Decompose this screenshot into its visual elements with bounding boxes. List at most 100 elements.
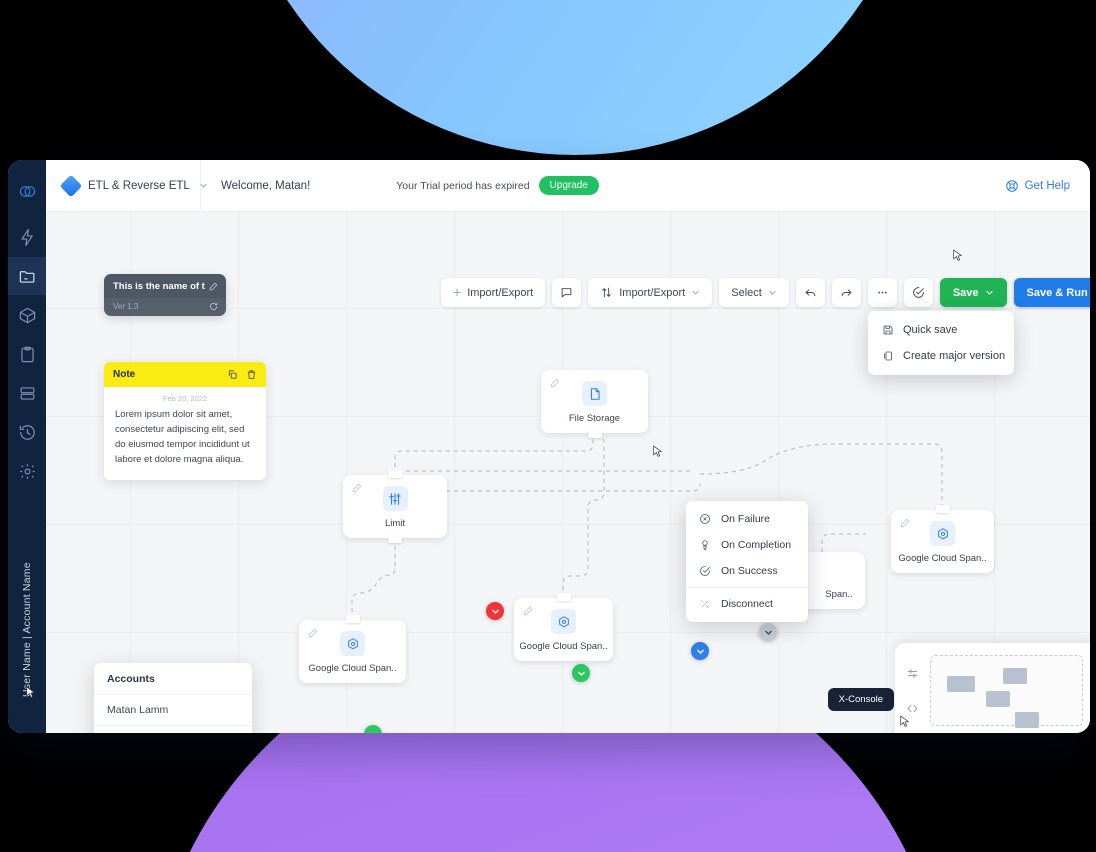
ellipsis-icon <box>878 291 887 294</box>
minimap-viewport[interactable] <box>930 655 1083 728</box>
chevron-down-icon <box>985 290 993 295</box>
restore-version-icon[interactable] <box>209 302 218 311</box>
comment-button[interactable] <box>552 278 582 307</box>
brand-selector[interactable]: ETL & Reverse ETL <box>46 160 207 212</box>
node-port-bottom[interactable] <box>587 430 602 438</box>
node-port-top[interactable] <box>388 470 402 478</box>
edge-badge-success-2[interactable] <box>364 725 382 733</box>
duplicate-icon[interactable] <box>227 369 238 380</box>
spanner-icon <box>930 521 955 546</box>
folder-icon[interactable] <box>8 257 46 295</box>
align-icon[interactable] <box>906 667 919 680</box>
edit-pencil-icon[interactable] <box>900 518 910 528</box>
note-date: Feb 20, 2022 <box>162 394 208 403</box>
logo-icon[interactable] <box>8 172 46 210</box>
node-port-bottom[interactable] <box>388 535 402 543</box>
edge-badge-neutral[interactable] <box>759 623 777 641</box>
edit-pencil-icon[interactable] <box>308 628 318 638</box>
minimap-node <box>1003 668 1027 684</box>
more-options-button[interactable] <box>867 278 897 307</box>
account-user-row[interactable]: Matan Lamm <box>94 694 252 725</box>
board-version: Ver 1.3 <box>113 302 139 311</box>
version-icon <box>884 351 892 361</box>
connector-context-menu: On Failure On Completion On Success Disc… <box>686 501 808 622</box>
menu-item-on-completion[interactable]: On Completion <box>686 532 808 558</box>
accounts-title: Accounts <box>107 673 155 685</box>
app-window: User Name | Account Name ML HELP ETL & R… <box>8 160 1090 733</box>
node-google-cloud-spanner-3[interactable]: Google Cloud Span.. <box>891 505 994 573</box>
comment-icon <box>561 288 572 298</box>
flash-icon[interactable] <box>8 218 46 256</box>
menu-item-disconnect[interactable]: Disconnect <box>686 591 808 617</box>
node-label: Span.. <box>825 589 853 600</box>
note-card[interactable]: Note Feb 20, 2022 Lorem ipsum dolor sit … <box>104 362 266 480</box>
spanner-icon <box>340 631 365 656</box>
code-brackets-icon[interactable] <box>906 702 919 715</box>
delete-icon[interactable] <box>246 369 257 380</box>
edge-badge-failure[interactable] <box>486 602 504 620</box>
chevron-down-icon <box>491 609 499 614</box>
edit-pencil-icon[interactable] <box>352 483 362 493</box>
accounts-popover: Accounts Matan Lamm Sign out <box>94 663 252 733</box>
node-google-cloud-spanner-1[interactable]: Google Cloud Span.. <box>299 615 406 683</box>
edit-pencil-icon[interactable] <box>523 606 533 616</box>
board-name-card[interactable]: This is the name of the board Ver 1.3 <box>104 274 226 316</box>
edge-badge-success-1[interactable] <box>572 664 590 682</box>
node-limit[interactable]: Limit <box>343 470 447 543</box>
get-help-button[interactable]: Get Help <box>1005 179 1070 193</box>
node-label: Google Cloud Span.. <box>898 553 987 564</box>
file-icon <box>582 381 607 406</box>
menu-divider <box>686 587 808 588</box>
canvas-toolbar: + Import/Export Import/Export Select Sav… <box>441 278 1090 307</box>
minimap-panel[interactable] <box>895 643 1090 733</box>
menu-item-quick-save[interactable]: Quick save <box>868 317 1014 343</box>
clipboard-icon[interactable] <box>8 335 46 373</box>
chevron-down-icon <box>769 290 776 295</box>
top-bar: ETL & Reverse ETL Welcome, Matan! Your T… <box>46 160 1090 212</box>
edit-pencil-icon[interactable] <box>550 378 560 388</box>
check-circle-icon <box>913 287 924 298</box>
get-help-label: Get Help <box>1024 179 1070 192</box>
menu-item-create-major-version[interactable]: Create major version <box>868 343 1014 369</box>
node-google-cloud-spanner-2[interactable]: Google Cloud Span.. <box>514 593 613 661</box>
flow-canvas[interactable]: This is the name of the board Ver 1.3 No… <box>46 212 1090 733</box>
save-disk-icon <box>883 325 893 335</box>
add-import-export-label: Import/Export <box>467 286 534 299</box>
menu-item-on-success[interactable]: On Success <box>686 558 808 584</box>
sliders-icon <box>382 486 408 511</box>
node-port-top[interactable] <box>556 593 571 601</box>
on-success-label: On Success <box>721 565 778 577</box>
undo-button[interactable] <box>795 278 825 307</box>
import-export-dropdown-button[interactable]: Import/Export <box>588 278 713 307</box>
sign-out-row[interactable]: Sign out <box>94 725 252 733</box>
redo-button[interactable] <box>831 278 861 307</box>
package-icon[interactable] <box>8 296 46 334</box>
settings-icon[interactable] <box>8 452 46 490</box>
chevron-down-icon <box>577 671 585 676</box>
edit-pencil-icon[interactable] <box>209 282 218 291</box>
edge-badge-selected[interactable] <box>691 642 709 660</box>
board-version-row: Ver 1.3 <box>104 298 226 316</box>
chevron-down-icon <box>764 630 772 635</box>
save-and-run-job-button[interactable]: Save & Run job <box>1013 278 1090 307</box>
trial-banner: Your Trial period has expired Upgrade <box>396 176 599 195</box>
add-import-export-button[interactable]: + Import/Export <box>441 278 546 307</box>
validate-button[interactable] <box>903 278 933 307</box>
minimap-node <box>1015 712 1039 728</box>
board-name-row: This is the name of the board <box>104 274 226 298</box>
rail-user-account-label: User Name | Account Name <box>21 562 33 698</box>
select-dropdown-button[interactable]: Select <box>719 278 789 307</box>
minimap-node <box>947 676 975 692</box>
menu-item-on-failure[interactable]: On Failure <box>686 506 808 532</box>
upgrade-button[interactable]: Upgrade <box>538 176 599 195</box>
database-icon[interactable] <box>8 374 46 412</box>
spanner-icon <box>551 609 576 634</box>
node-port-top[interactable] <box>935 505 950 513</box>
node-file-storage[interactable]: File Storage <box>541 370 648 438</box>
history-icon[interactable] <box>8 413 46 451</box>
brand-diamond-icon <box>59 174 83 197</box>
note-body: Lorem ipsum dolor sit amet, consectetur … <box>115 409 250 465</box>
node-port-top[interactable] <box>345 615 360 623</box>
left-nav-rail: User Name | Account Name ML HELP <box>8 160 46 733</box>
save-button[interactable]: Save <box>939 278 1007 307</box>
